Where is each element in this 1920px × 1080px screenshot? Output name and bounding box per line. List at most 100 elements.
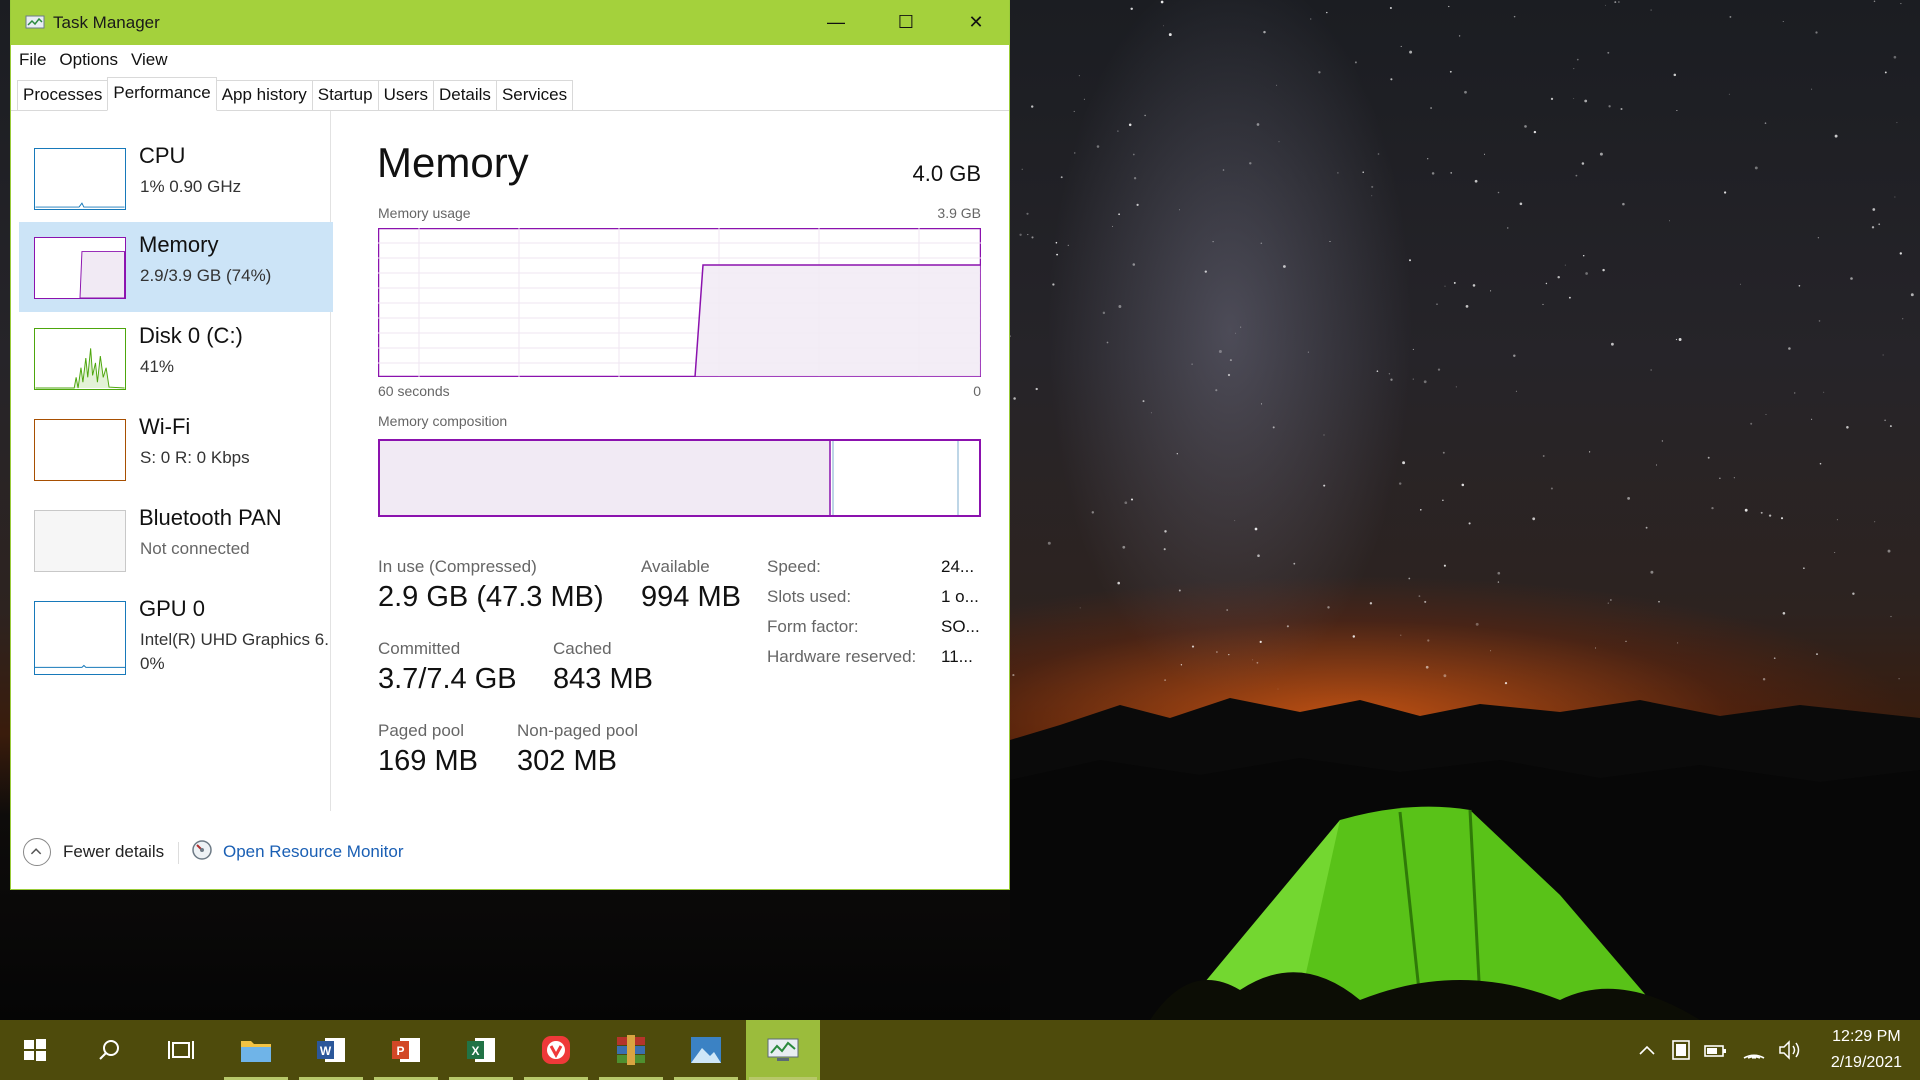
vivaldi-icon: [542, 1036, 570, 1064]
memory-usage-graph[interactable]: [378, 228, 981, 377]
tab-processes[interactable]: Processes: [17, 80, 109, 110]
sidebar-item-label: Memory: [139, 232, 219, 257]
sidebar-item-label: GPU 0: [139, 596, 206, 621]
fewer-details-button[interactable]: Fewer details: [63, 842, 164, 862]
spec-slots-value: 1 o...: [941, 587, 979, 606]
minimize-button[interactable]: —: [801, 0, 871, 45]
cpu-thumbnail-graph: [34, 148, 126, 210]
paged-pool-value: 169 MB: [378, 745, 478, 777]
excel-taskbar-button[interactable]: X: [446, 1020, 516, 1080]
sidebar-item-label: Disk 0 (C:): [139, 323, 243, 348]
volume-button[interactable]: [1774, 1020, 1806, 1080]
sidebar-item-gpu[interactable]: GPU 0 Intel(R) UHD Graphics 6... 0%: [19, 586, 333, 676]
word-taskbar-button[interactable]: W: [296, 1020, 366, 1080]
spec-form-factor-value: SO...: [941, 617, 980, 636]
task-manager-app-icon: [25, 15, 45, 28]
memory-thumbnail-graph: [34, 237, 126, 299]
photos-icon: [691, 1037, 721, 1063]
close-button[interactable]: ✕: [941, 0, 1011, 45]
taskbar: W P X 12:29 PM 2/19/2021: [0, 1020, 1920, 1080]
gpu-thumbnail-graph: [34, 601, 126, 675]
show-hidden-icons-button[interactable]: [1632, 1020, 1662, 1080]
tab-bar: Processes Performance App history Startu…: [11, 75, 1009, 111]
available-label: Available: [641, 557, 710, 576]
sidebar-item-label: CPU: [139, 143, 186, 168]
graph-axis-start: 60 seconds: [378, 383, 450, 399]
tab-users[interactable]: Users: [377, 80, 434, 110]
memory-usage-max: 3.9 GB: [937, 205, 981, 221]
menu-options[interactable]: Options: [59, 50, 118, 70]
search-button[interactable]: [74, 1020, 144, 1080]
start-icon: [24, 1039, 46, 1061]
chevron-up-icon[interactable]: [23, 838, 51, 866]
spec-form-factor-label: Form factor:: [767, 617, 859, 636]
start-button[interactable]: [0, 1020, 70, 1080]
spec-slots-label: Slots used:: [767, 587, 852, 606]
committed-value: 3.7/7.4 GB: [378, 663, 517, 695]
sidebar-item-label: Bluetooth PAN: [139, 505, 282, 530]
clock-button[interactable]: 12:29 PM 2/19/2021: [1831, 1024, 1902, 1076]
graph-axis-end: 0: [973, 383, 981, 399]
task-manager-icon: [767, 1038, 799, 1061]
task-manager-taskbar-button[interactable]: [746, 1020, 820, 1080]
window-title: Task Manager: [53, 12, 160, 32]
resource-monitor-icon: [192, 840, 212, 860]
tab-services[interactable]: Services: [495, 80, 574, 110]
search-icon: [99, 1040, 119, 1060]
sidebar-item-bluetooth-pan[interactable]: Bluetooth PAN Not connected: [19, 495, 333, 585]
battery-button[interactable]: [1700, 1020, 1732, 1080]
network-button[interactable]: [1738, 1020, 1770, 1080]
committed-label: Committed: [378, 639, 461, 658]
photos-taskbar-button[interactable]: [671, 1020, 741, 1080]
title-bar[interactable]: Task Manager — ☐ ✕: [11, 0, 1009, 45]
file-explorer-taskbar-button[interactable]: [221, 1020, 291, 1080]
powerpoint-taskbar-button[interactable]: P: [371, 1020, 441, 1080]
menu-view[interactable]: View: [131, 50, 168, 70]
disk-thumbnail-graph: [34, 328, 126, 390]
close-icon: ✕: [968, 12, 984, 32]
wifi-thumbnail-graph: [34, 419, 126, 481]
spec-hw-reserved-value: 11...: [941, 647, 973, 666]
minimize-icon: —: [827, 12, 845, 32]
sidebar-item-detail-2: 0%: [140, 654, 165, 673]
sidebar-item-memory[interactable]: Memory 2.9/3.9 GB (74%): [19, 222, 333, 312]
svg-text:P: P: [396, 1044, 404, 1058]
open-resource-monitor-link[interactable]: Open Resource Monitor: [223, 842, 403, 862]
tray-app-button[interactable]: [1666, 1020, 1696, 1080]
tab-performance[interactable]: Performance: [107, 77, 217, 111]
excel-icon: X: [467, 1038, 495, 1062]
bluetooth-thumbnail-graph: [34, 510, 126, 572]
chevron-up-icon: [1639, 1045, 1655, 1055]
memory-total: 4.0 GB: [912, 161, 981, 186]
paged-pool-label: Paged pool: [378, 721, 465, 740]
menu-bar: File Options View: [11, 45, 1009, 75]
performance-detail-pane: Memory 4.0 GB Memory usage 3.9 GB 60 sec…: [371, 111, 981, 811]
sidebar-item-detail: Not connected: [140, 539, 250, 558]
powerpoint-icon: P: [392, 1038, 420, 1062]
in-use-label: In use (Compressed): [378, 557, 537, 576]
word-icon: W: [317, 1038, 345, 1062]
resource-list: CPU 1% 0.90 GHz Memory 2.9/3.9 GB (74%) …: [11, 111, 333, 811]
sidebar-item-detail: Intel(R) UHD Graphics 6...: [140, 630, 330, 649]
winrar-taskbar-button[interactable]: [596, 1020, 666, 1080]
menu-file[interactable]: File: [19, 50, 46, 70]
spec-speed-value: 24...: [941, 557, 975, 576]
sidebar-item-detail: 2.9/3.9 GB (74%): [140, 266, 272, 285]
sidebar-item-cpu[interactable]: CPU 1% 0.90 GHz: [19, 133, 333, 223]
tab-startup[interactable]: Startup: [311, 80, 379, 110]
footer-divider: [178, 842, 179, 864]
sidebar-item-disk[interactable]: Disk 0 (C:) 41%: [19, 313, 333, 403]
sidebar-item-detail: 1% 0.90 GHz: [140, 177, 242, 196]
cached-label: Cached: [553, 639, 612, 658]
task-view-button[interactable]: [146, 1020, 216, 1080]
memory-usage-label: Memory usage: [378, 205, 471, 221]
memory-composition-label: Memory composition: [378, 413, 508, 429]
vivaldi-taskbar-button[interactable]: [521, 1020, 591, 1080]
tab-details[interactable]: Details: [432, 80, 497, 110]
maximize-button[interactable]: ☐: [871, 0, 941, 45]
spec-speed-label: Speed:: [767, 557, 821, 576]
task-view-icon: [168, 1041, 194, 1059]
memory-composition-bar[interactable]: [378, 439, 981, 517]
sidebar-item-wifi[interactable]: Wi-Fi S: 0 R: 0 Kbps: [19, 404, 333, 494]
tab-app-history[interactable]: App history: [215, 80, 313, 110]
